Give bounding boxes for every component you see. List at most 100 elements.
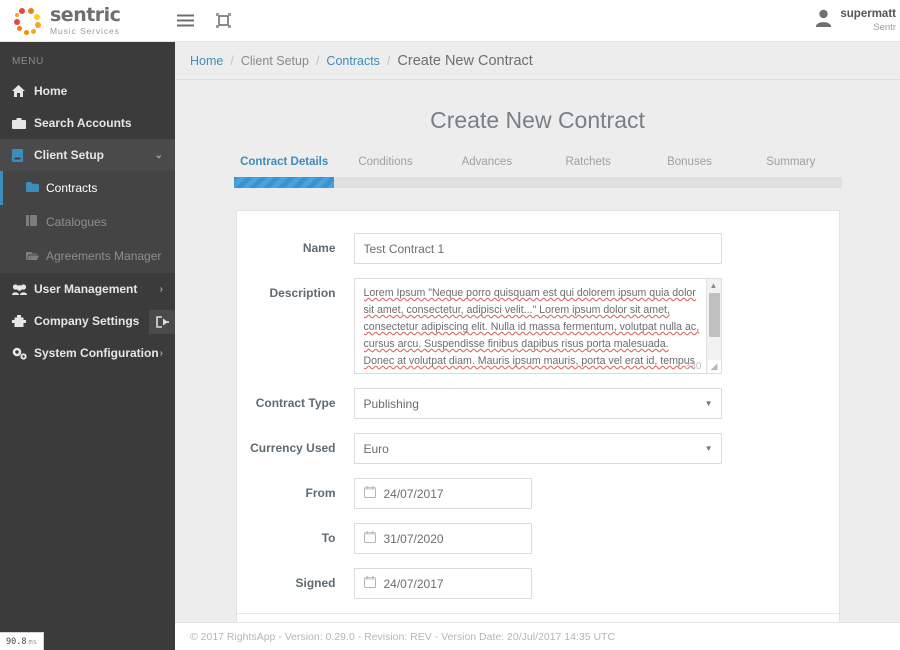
tab-contract-details[interactable]: Contract Details (234, 156, 335, 177)
sidebar-submenu-client-setup: Contracts Catalogues Agreements Manager (0, 171, 175, 273)
sidebar-subitem-label: Catalogues (46, 215, 107, 229)
tab-conditions[interactable]: Conditions (335, 156, 436, 177)
user-menu[interactable]: supermatt Sentr (815, 7, 900, 33)
field-row-name: Name (237, 233, 839, 264)
field-row-contract-type: Contract Type Publishing ▼ (237, 388, 839, 419)
brand-name: sentric (50, 3, 121, 26)
briefcase-icon (12, 117, 34, 129)
sentric-dots-icon (14, 6, 44, 36)
performance-widget[interactable]: 90.8 ms (0, 632, 44, 650)
breadcrumb: Home / Client Setup / Contracts / Create… (175, 42, 900, 80)
to-date-value: 31/07/2020 (383, 531, 444, 546)
sidebar-item-system-configuration[interactable]: System Configuration › (0, 337, 175, 369)
tab-summary[interactable]: Summary (740, 156, 841, 177)
sidebar-item-user-management[interactable]: User Management › (0, 273, 175, 305)
scrollbar-thumb[interactable] (708, 293, 720, 337)
sidebar-item-client-setup[interactable]: Client Setup ⌄ (0, 139, 175, 171)
sidebar: MENU Home Search Accounts Client Setup ⌄… (0, 42, 175, 650)
tab-ratchets[interactable]: Ratchets (537, 156, 638, 177)
description-char-count: 330 (684, 361, 702, 372)
currency-used-select[interactable]: Euro (353, 433, 722, 464)
sidebar-item-label: System Configuration (34, 346, 159, 360)
breadcrumb-item-client-setup[interactable]: Client Setup (241, 54, 309, 68)
calendar-icon (363, 485, 376, 503)
signed-date-input[interactable]: 24/07/2017 (353, 568, 532, 599)
currency-used-label: Currency Used (250, 441, 336, 455)
sidebar-item-label: Company Settings (34, 314, 140, 328)
chevron-right-icon: › (159, 347, 163, 359)
user-name: supermatt (840, 8, 896, 21)
main-content: Home / Client Setup / Contracts / Create… (175, 42, 900, 650)
chevron-right-icon: › (159, 283, 163, 295)
field-row-from: From 24/07/2017 (237, 478, 839, 509)
calendar-icon (363, 575, 376, 593)
field-row-description: Description Lorem Ipsum "Neque porro qui… (237, 278, 839, 374)
avatar-icon (815, 9, 832, 32)
scroll-up-arrow-icon[interactable]: ▲ (707, 279, 721, 292)
resize-grip-icon[interactable]: ◢ (707, 360, 721, 373)
home-icon (12, 85, 34, 97)
breadcrumb-separator: / (315, 53, 320, 68)
name-label: Name (302, 241, 336, 255)
clipboard-icon (12, 148, 34, 162)
sidebar-item-contracts[interactable]: Contracts (0, 171, 175, 205)
tab-bonuses[interactable]: Bonuses (639, 156, 740, 177)
field-row-signed: Signed 24/07/2017 (237, 568, 839, 599)
breadcrumb-separator: / (230, 53, 234, 68)
description-label: Description (269, 286, 336, 300)
folder-open-icon (26, 250, 46, 263)
chevron-down-icon: ⌄ (154, 149, 163, 161)
contract-type-label: Contract Type (255, 396, 336, 410)
sidebar-item-label: User Management (34, 282, 138, 296)
sidebar-item-home[interactable]: Home (0, 75, 175, 107)
description-text: Lorem Ipsum "Neque porro quisquam est qu… (363, 287, 700, 373)
breadcrumb-item-contracts[interactable]: Contracts (326, 54, 380, 68)
expand-icon[interactable] (216, 13, 231, 28)
sidebar-item-label: Client Setup (34, 148, 105, 162)
folder-icon (26, 181, 46, 195)
sidebar-heading: MENU (12, 56, 44, 67)
field-row-to: To 31/07/2020 (237, 523, 839, 554)
puzzle-icon (12, 315, 34, 327)
gears-icon (12, 347, 34, 360)
contract-details-form: Name Description Lorem Ipsum "Neque porr… (235, 210, 840, 650)
sidebar-item-label: Search Accounts (34, 116, 132, 130)
wizard-steps: Contract Details Conditions Advances Rat… (233, 156, 842, 188)
performance-value: 90.8 (6, 636, 27, 647)
to-label: To (321, 531, 336, 545)
sidebar-subitem-label: Contracts (46, 181, 98, 195)
top-navigation-bar: sentric Music Services supermatt Sentr (0, 0, 900, 42)
users-icon (12, 283, 34, 295)
brand-logo[interactable]: sentric Music Services (0, 3, 175, 36)
breadcrumb-item-home[interactable]: Home (190, 54, 223, 68)
from-date-value: 24/07/2017 (383, 486, 444, 501)
wizard-progress-bar (233, 177, 842, 188)
calendar-icon (363, 530, 376, 548)
signed-label: Signed (295, 576, 336, 590)
sidebar-item-agreements-manager[interactable]: Agreements Manager (0, 239, 175, 273)
to-date-input[interactable]: 31/07/2020 (353, 523, 532, 554)
hamburger-icon[interactable] (177, 14, 194, 27)
field-row-currency-used: Currency Used Euro ▼ (237, 433, 839, 464)
tab-advances[interactable]: Advances (436, 156, 537, 177)
from-label: From (305, 486, 336, 500)
brand-tagline: Music Services (50, 25, 120, 36)
sidebar-item-label: Home (34, 84, 68, 98)
breadcrumb-item-current: Create New Contract (397, 52, 533, 69)
breadcrumb-separator: / (386, 53, 391, 68)
sidebar-subitem-label: Agreements Manager (46, 249, 162, 263)
page-title: Create New Contract (430, 107, 645, 133)
from-date-input[interactable]: 24/07/2017 (353, 478, 532, 509)
sidebar-item-catalogues[interactable]: Catalogues (0, 205, 175, 239)
user-org: Sentr (873, 21, 896, 33)
performance-unit: ms (28, 637, 37, 646)
name-input[interactable] (353, 233, 722, 264)
wizard-progress-fill (233, 177, 335, 188)
signed-date-value: 24/07/2017 (383, 576, 444, 591)
description-scrollbar[interactable]: ▲ ▼ (705, 279, 721, 373)
footer: © 2017 RightsApp - Version: 0.29.0 - Rev… (175, 622, 900, 650)
sidebar-item-search-accounts[interactable]: Search Accounts (0, 107, 175, 139)
collapse-sidebar-icon[interactable] (149, 310, 175, 334)
book-icon (26, 215, 46, 229)
contract-type-select[interactable]: Publishing (353, 388, 722, 419)
